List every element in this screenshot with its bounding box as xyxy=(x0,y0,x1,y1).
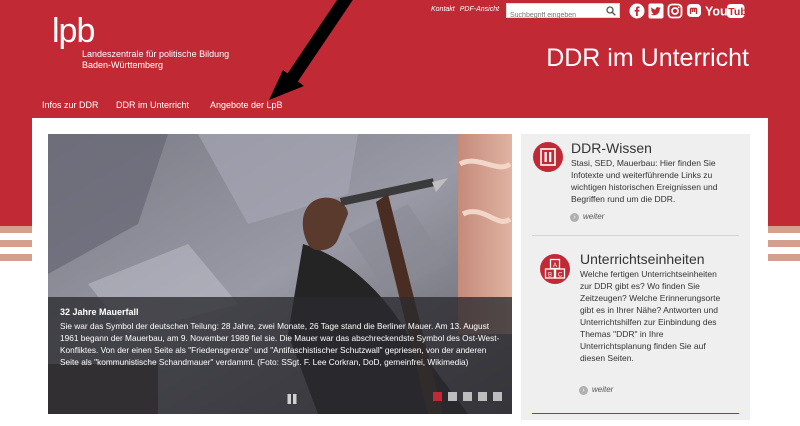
lpb-logo[interactable]: lpb Landeszentrale für politische Bildun… xyxy=(52,12,229,70)
youtube-icon[interactable]: You Tube xyxy=(705,3,745,19)
slider-dot[interactable] xyxy=(463,392,472,401)
nav-infos-zur-ddr[interactable]: Infos zur DDR xyxy=(42,100,99,110)
annotation-arrow xyxy=(269,0,353,100)
more-label: weiter xyxy=(583,212,605,221)
twitter-icon[interactable] xyxy=(648,3,664,19)
link-pdf-ansicht[interactable]: PDF-Ansicht xyxy=(460,6,499,13)
svg-text:C: C xyxy=(558,272,563,278)
svg-text:B: B xyxy=(548,272,552,278)
info-icon xyxy=(533,142,563,172)
svg-text:A: A xyxy=(553,263,557,269)
more-link-ddr-wissen[interactable]: › weiter xyxy=(570,212,604,222)
more-link-unterrichtseinheiten[interactable]: › weiter xyxy=(579,385,613,395)
chevron-right-icon: › xyxy=(570,213,579,222)
slider-dot[interactable] xyxy=(478,392,487,401)
card-separator xyxy=(532,235,739,236)
mastodon-icon[interactable] xyxy=(686,3,702,19)
card-text-unterrichtseinheiten: Welche fertigen Unterrichtseinheiten zur… xyxy=(580,269,721,363)
utility-links: Kontakt PDF-Ansicht xyxy=(431,6,504,13)
abc-blocks-icon: A B C xyxy=(540,254,570,284)
slide-title: 32 Jahre Mauerfall xyxy=(60,307,139,317)
logo-mark: lpb xyxy=(52,12,95,50)
logo-line-2: Baden-Württemberg xyxy=(82,60,164,70)
card-title-ddr-wissen[interactable]: DDR-Wissen xyxy=(571,140,652,156)
slide-text: Sie war das Symbol der deutschen Teilung… xyxy=(60,321,500,367)
instagram-icon[interactable] xyxy=(667,3,683,19)
search-icon[interactable] xyxy=(606,6,616,16)
card-separator xyxy=(532,413,739,414)
logo-line-1: Landeszentrale für politische Bildung xyxy=(82,49,230,59)
nav-ddr-im-unterricht[interactable]: DDR im Unterricht xyxy=(116,100,189,110)
slider-dot[interactable] xyxy=(493,392,502,401)
search-box xyxy=(506,3,620,22)
slide-caption: 32 Jahre Mauerfall Sie war das Symbol de… xyxy=(48,297,512,414)
slider-dot[interactable] xyxy=(448,392,457,401)
chevron-right-icon: › xyxy=(579,386,588,395)
site-title: DDR im Unterricht xyxy=(546,44,749,72)
svg-text:Tube: Tube xyxy=(728,6,745,18)
facebook-icon[interactable] xyxy=(629,3,645,19)
card-text-ddr-wissen: Stasi, SED, Mauerbau: Hier finden Sie In… xyxy=(571,158,718,204)
hero-slider[interactable]: 32 Jahre Mauerfall Sie war das Symbol de… xyxy=(48,134,512,414)
more-label: weiter xyxy=(592,385,614,394)
slider-dot-active[interactable] xyxy=(433,392,442,401)
search-input[interactable] xyxy=(507,9,608,22)
link-kontakt[interactable]: Kontakt xyxy=(431,6,455,13)
pause-icon[interactable] xyxy=(286,393,298,405)
card-title-unterrichtseinheiten[interactable]: Unterrichtseinheiten xyxy=(580,251,705,267)
svg-text:You: You xyxy=(705,5,728,19)
